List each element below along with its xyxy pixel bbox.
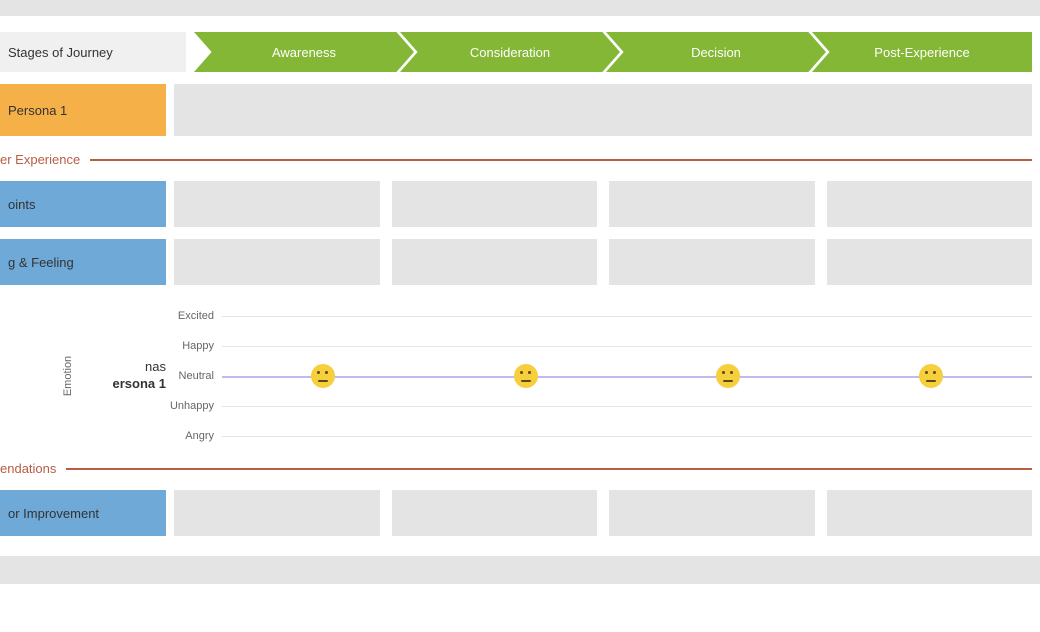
section-title: er Experience: [0, 152, 80, 167]
emotion-scale-tick: Angry: [166, 421, 214, 451]
stages-of-journey-label: Stages of Journey: [0, 32, 186, 72]
persona-content-cell[interactable]: [174, 84, 1032, 136]
neutral-face-icon[interactable]: [311, 364, 335, 388]
improvement-cell[interactable]: [392, 490, 598, 536]
persona-row: Persona 1: [0, 84, 1040, 136]
cell-track: [174, 490, 1032, 536]
stage-consideration[interactable]: Consideration: [400, 32, 620, 72]
neutral-face-icon[interactable]: [716, 364, 740, 388]
journey-map-canvas: Stages of Journey Awareness Consideratio…: [0, 16, 1040, 536]
cell-track: [174, 239, 1032, 285]
stage-label: Consideration: [470, 45, 550, 60]
bottom-bar: [0, 556, 1040, 584]
top-bar: [0, 0, 1040, 16]
thinking-feeling-row: g & Feeling: [0, 239, 1040, 285]
section-recommendations: endations: [0, 461, 1032, 476]
cell-track: [174, 181, 1032, 227]
emotion-trend-line: [222, 376, 1032, 378]
areas-improvement-row: or Improvement: [0, 490, 1040, 536]
thinking-feeling-label: g & Feeling: [0, 239, 166, 285]
emotion-chart[interactable]: [222, 301, 1032, 451]
emotion-side-panel: Emotion nas ersona 1: [0, 301, 166, 451]
thinking-feeling-cell[interactable]: [827, 239, 1033, 285]
stage-label: Decision: [691, 45, 741, 60]
emotion-axis-label: Emotion: [62, 356, 74, 396]
areas-improvement-label: or Improvement: [0, 490, 166, 536]
stage-awareness[interactable]: Awareness: [194, 32, 414, 72]
section-customer-experience: er Experience: [0, 152, 1032, 167]
emotion-gridline: [222, 346, 1032, 347]
emotion-scale-tick: Happy: [166, 331, 214, 361]
neutral-face-icon[interactable]: [514, 364, 538, 388]
touchpoints-row: oints: [0, 181, 1040, 227]
touchpoints-label: oints: [0, 181, 166, 227]
emotion-chart-row: Emotion nas ersona 1 Excited Happy Neutr…: [0, 301, 1040, 451]
emotion-scale-tick: Excited: [166, 301, 214, 331]
emotion-scale-tick: Neutral: [166, 361, 214, 391]
section-divider: [66, 468, 1032, 470]
section-title: endations: [0, 461, 56, 476]
stage-label: Post-Experience: [874, 45, 969, 60]
stage-post-experience[interactable]: Post-Experience: [812, 32, 1032, 72]
thinking-feeling-cell[interactable]: [174, 239, 380, 285]
improvement-cell[interactable]: [827, 490, 1033, 536]
touchpoints-cell[interactable]: [174, 181, 380, 227]
neutral-face-icon[interactable]: [919, 364, 943, 388]
touchpoints-cell[interactable]: [609, 181, 815, 227]
thinking-feeling-cell[interactable]: [392, 239, 598, 285]
persona-label[interactable]: Persona 1: [0, 84, 166, 136]
section-divider: [90, 159, 1032, 161]
stages-row: Stages of Journey Awareness Consideratio…: [0, 32, 1040, 72]
touchpoints-cell[interactable]: [827, 181, 1033, 227]
stage-label: Awareness: [272, 45, 336, 60]
improvement-cell[interactable]: [174, 490, 380, 536]
touchpoints-cell[interactable]: [392, 181, 598, 227]
stage-track: Awareness Consideration Decision Post-Ex…: [194, 32, 1032, 72]
emotion-gridline: [222, 436, 1032, 437]
emotion-persona-name: nas ersona 1: [113, 359, 166, 393]
emotion-scale: Excited Happy Neutral Unhappy Angry: [166, 301, 222, 451]
thinking-feeling-cell[interactable]: [609, 239, 815, 285]
emotion-gridline: [222, 316, 1032, 317]
improvement-cell[interactable]: [609, 490, 815, 536]
emotion-scale-tick: Unhappy: [166, 391, 214, 421]
emotion-gridline: [222, 406, 1032, 407]
stage-decision[interactable]: Decision: [606, 32, 826, 72]
